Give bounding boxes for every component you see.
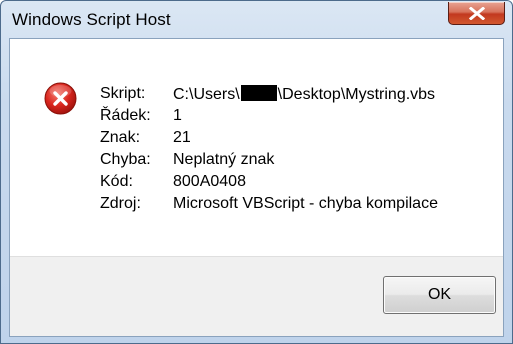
detail-label: Řádek: [100,107,151,124]
ok-button[interactable]: OK [383,276,496,314]
detail-value: 800A0408 [173,173,246,190]
detail-label: Zdroj: [100,195,141,212]
detail-row-script: Skript: C:\Users\ \Desktop\Mystring.vbs [100,83,438,105]
detail-label: Chyba: [100,151,151,168]
detail-row-char: Znak: 21 [100,127,438,149]
detail-value: Microsoft VBScript - chyba kompilace [173,195,438,212]
detail-row-source: Zdroj: Microsoft VBScript - chyba kompil… [100,193,438,215]
dialog-window: Windows Script Host Skript: C:\Users\ \D… [0,0,513,344]
close-icon [469,7,485,20]
detail-row-code: Kód: 800A0408 [100,171,438,193]
script-path-end: \Desktop\Mystring.vbs [277,85,436,103]
dialog-client-area: Skript: C:\Users\ \Desktop\Mystring.vbs Ř… [9,38,504,337]
script-path-start: C:\Users\ [173,85,240,103]
error-details: Skript: C:\Users\ \Desktop\Mystring.vbs Ř… [100,83,438,215]
detail-value: 21 [173,129,191,146]
detail-value: C:\Users\ \Desktop\Mystring.vbs [173,84,436,104]
close-button[interactable] [448,2,505,25]
detail-row-error: Chyba: Neplatný znak [100,149,438,171]
error-icon [44,82,77,115]
title-bar[interactable]: Windows Script Host [1,1,512,38]
message-panel: Skript: C:\Users\ \Desktop\Mystring.vbs Ř… [10,39,503,256]
redacted-username [240,84,277,101]
detail-value: Neplatný znak [173,151,275,168]
button-bar: OK [10,256,503,336]
detail-label: Kód: [100,173,133,190]
window-title: Windows Script Host [12,10,171,29]
detail-row-line: Řádek: 1 [100,105,438,127]
detail-label: Znak: [100,129,141,146]
detail-value: 1 [173,107,182,124]
detail-label: Skript: [100,85,146,102]
